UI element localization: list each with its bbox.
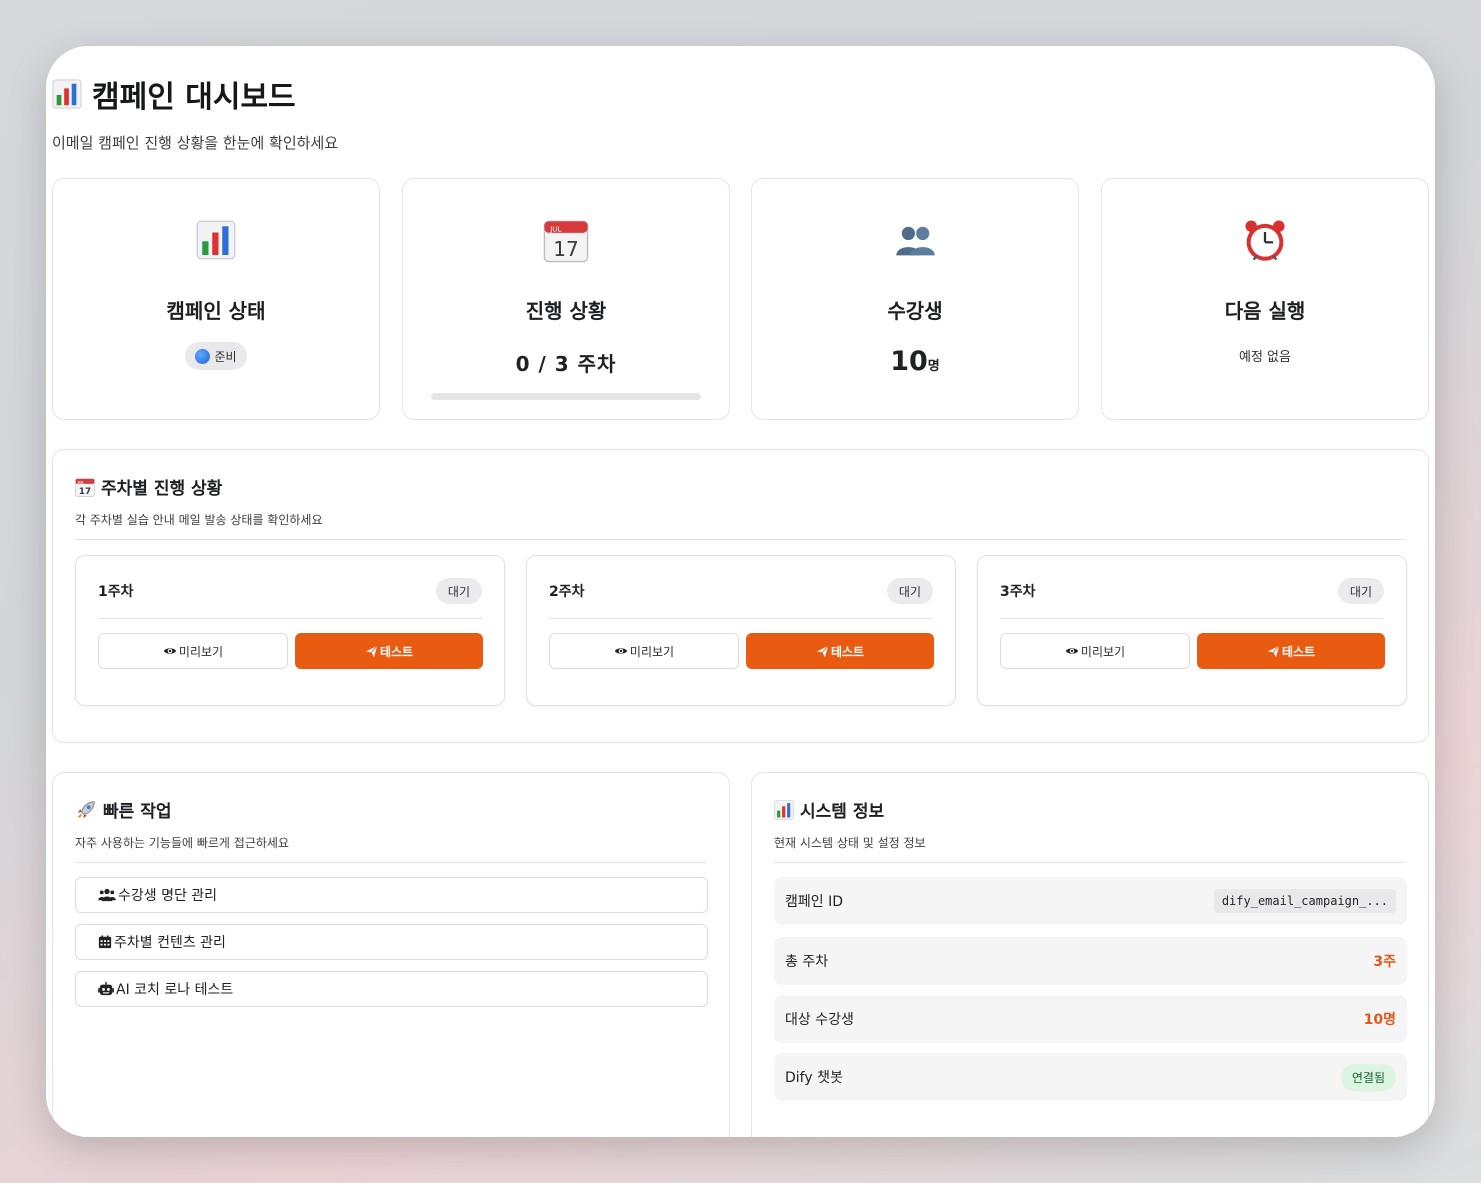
divider [75,539,1406,540]
calendar-icon [98,935,112,949]
test-button[interactable]: 테스트 [746,633,934,669]
divider [774,862,1406,863]
quick-action-label: 주차별 컨텐츠 관리 [114,935,226,951]
section-title-text: 주차별 진행 상황 [101,479,223,499]
dashboard-window: 캠페인 대시보드 이메일 캠페인 진행 상황을 한눈에 확인하세요 캠페인 상태… [46,46,1435,1137]
next-run-text: 예정 없음 [1239,350,1291,365]
info-row-dify-chatbot: Dify 챗봇 연결됨 [774,1053,1407,1101]
eye-icon [163,644,177,658]
stat-title: 캠페인 상태 [166,299,266,323]
week-card: 3주차 대기 미리보기 테스트 [977,555,1407,706]
info-row-label: 캠페인 ID [785,894,843,910]
progress-text: 0 / 3 주차 [515,352,617,376]
bar-chart-icon [52,79,82,109]
users-icon [98,888,116,902]
preview-button[interactable]: 미리보기 [1000,633,1190,669]
test-button[interactable]: 테스트 [1197,633,1385,669]
divider [98,618,482,619]
calendar-icon [543,217,589,263]
page-title-text: 캠페인 대시보드 [92,80,296,115]
section-title-text: 빠른 작업 [103,802,172,822]
system-info-section: 시스템 정보 현재 시스템 상태 및 설정 정보 캠페인 ID dify_ema… [751,772,1429,1137]
page-header: 캠페인 대시보드 이메일 캠페인 진행 상황을 한눈에 확인하세요 [52,72,338,153]
preview-button-label: 미리보기 [1080,644,1126,659]
stat-card-students: 수강생 10명 [751,178,1079,420]
info-row-label: 대상 수강생 [785,1012,854,1028]
people-icon [893,222,937,258]
section-subtitle: 각 주차별 실습 안내 메일 발송 상태를 확인하세요 [75,513,323,527]
manage-content-button[interactable]: 주차별 컨텐츠 관리 [75,924,708,960]
calendar-icon [75,477,95,497]
paper-plane-icon [365,645,378,658]
info-row-label: 총 주차 [785,954,829,970]
info-row-campaign-id: 캠페인 ID dify_email_campaign_... [774,877,1407,925]
divider [75,862,707,863]
test-button-label: 테스트 [830,644,865,659]
divider [549,618,933,619]
weekly-progress-section: 주차별 진행 상황 각 주차별 실습 안내 메일 발송 상태를 확인하세요 1주… [52,449,1429,743]
preview-button-label: 미리보기 [178,644,224,659]
week-label: 2주차 [549,584,585,600]
rocket-icon [75,799,97,821]
eye-icon [614,644,628,658]
status-badge-label: 준비 [214,349,237,364]
test-button[interactable]: 테스트 [295,633,483,669]
preview-button[interactable]: 미리보기 [98,633,288,669]
stat-card-progress: 진행 상황 0 / 3 주차 [402,178,730,420]
stat-title: 진행 상황 [525,299,607,323]
test-ai-coach-button[interactable]: AI 코치 로나 테스트 [75,971,708,1007]
student-count-value: 10 [890,346,928,377]
test-button-label: 테스트 [379,644,414,659]
quick-action-label: AI 코치 로나 테스트 [116,982,234,998]
section-title: 빠른 작업 [75,797,289,822]
campaign-id-value: dify_email_campaign_... [1213,889,1396,913]
status-badge: 준비 [185,342,247,370]
divider [1000,618,1384,619]
stat-card-next-run: 다음 실행 예정 없음 [1101,178,1429,420]
info-row-total-weeks: 총 주차 3주 [774,937,1407,985]
robot-icon [98,982,114,996]
section-title-text: 시스템 정보 [800,802,885,822]
info-row-target-students: 대상 수강생 10명 [774,995,1407,1043]
section-subtitle: 현재 시스템 상태 및 설정 정보 [774,836,926,850]
bar-chart-icon [774,800,794,820]
preview-button[interactable]: 미리보기 [549,633,739,669]
week-card: 1주차 대기 미리보기 테스트 [75,555,505,706]
test-button-label: 테스트 [1281,644,1316,659]
paper-plane-icon [816,645,829,658]
section-title: 주차별 진행 상황 [75,474,323,499]
target-students-value: 10명 [1363,1012,1396,1028]
connection-status-badge: 연결됨 [1340,1063,1396,1091]
stat-title: 다음 실행 [1224,299,1306,323]
section-subtitle: 자주 사용하는 기능들에 빠르게 접근하세요 [75,836,289,850]
week-label: 1주차 [98,584,134,600]
stat-title: 수강생 [887,299,943,323]
eye-icon [1065,644,1079,658]
paper-plane-icon [1267,645,1280,658]
student-count-unit: 명 [927,359,940,374]
section-title: 시스템 정보 [774,797,926,822]
status-badge: 대기 [435,578,482,604]
progress-bar [431,393,701,400]
stat-card-status: 캠페인 상태 준비 [52,178,380,420]
total-weeks-value: 3주 [1373,954,1396,970]
week-card: 2주차 대기 미리보기 테스트 [526,555,956,706]
quick-actions-section: 빠른 작업 자주 사용하는 기능들에 빠르게 접근하세요 수강생 명단 관리 주… [52,772,730,1137]
status-badge: 대기 [1337,578,1384,604]
manage-students-button[interactable]: 수강생 명단 관리 [75,877,708,913]
student-count: 10명 [752,346,1078,377]
status-badge: 대기 [886,578,933,604]
page-title: 캠페인 대시보드 [52,72,338,116]
alarm-clock-icon [1242,217,1288,263]
week-label: 3주차 [1000,584,1036,600]
info-row-label: Dify 챗봇 [785,1070,843,1086]
blue-circle-icon [195,348,211,364]
bar-chart-icon [196,218,236,262]
page-subtitle: 이메일 캠페인 진행 상황을 한눈에 확인하세요 [52,134,339,152]
quick-action-label: 수강생 명단 관리 [118,888,218,904]
preview-button-label: 미리보기 [629,644,675,659]
